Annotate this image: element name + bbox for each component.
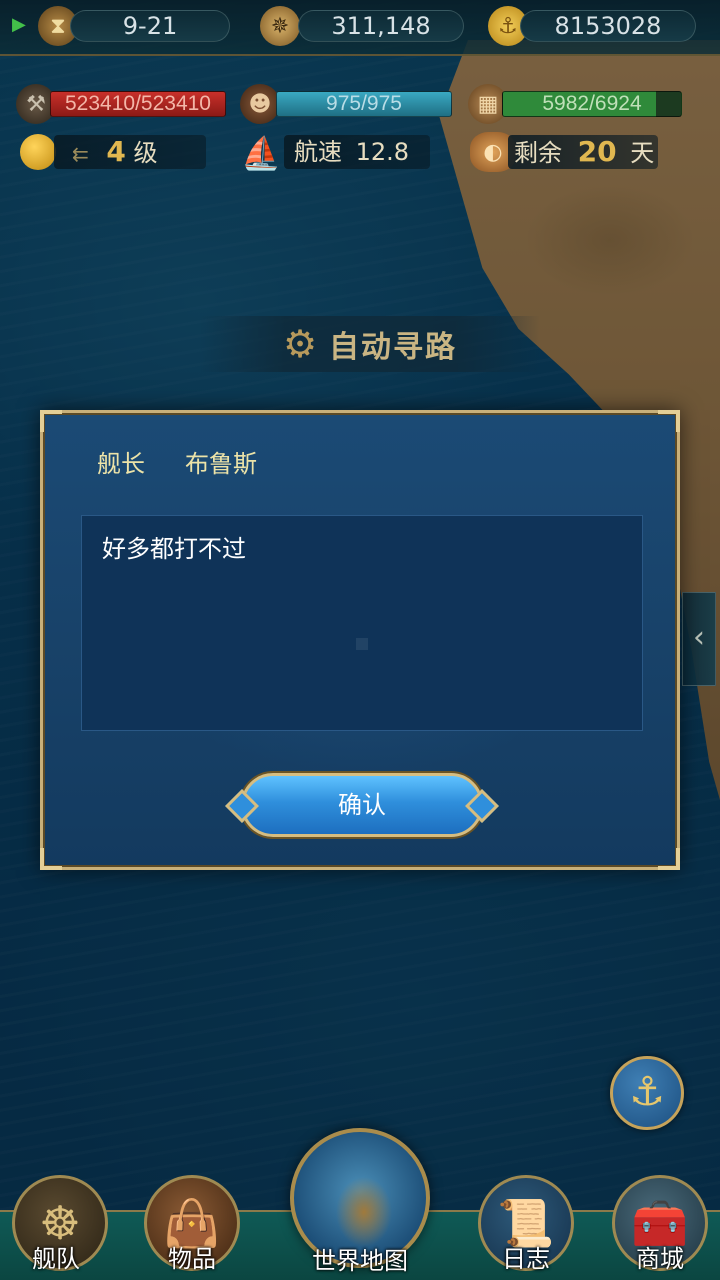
gold-display: 311,148 <box>298 10 464 42</box>
nav-world-map[interactable]: 世界地图 <box>288 1128 432 1280</box>
speaker-header: 舰长 布鲁斯 <box>97 449 257 479</box>
play-icon[interactable]: ▶ <box>12 14 26 35</box>
corner-ornament <box>658 410 680 432</box>
watermark-dot <box>356 638 368 650</box>
cargo-bar: 5982/6924 <box>502 91 682 117</box>
side-panel-toggle[interactable]: ‹ <box>682 592 716 686</box>
corner-ornament <box>658 848 680 870</box>
nav-fleet[interactable]: ☸ 舰队 <box>0 1165 120 1280</box>
nav-shop-label: 商城 <box>636 1245 684 1273</box>
nav-items[interactable]: 👜 物品 <box>132 1165 252 1280</box>
nav-log-label: 日志 <box>502 1245 550 1273</box>
nav-items-label: 物品 <box>168 1245 216 1273</box>
remaining-label: 剩余 <box>514 139 562 167</box>
speed-value: 12.8 <box>355 138 410 166</box>
auto-path-label: 自动寻路 <box>329 330 458 365</box>
confirm-button[interactable]: 确认 <box>241 773 483 837</box>
date-display: 9-21 <box>70 10 230 42</box>
compass-icon: ✵ <box>260 6 300 46</box>
corner-ornament <box>40 410 62 432</box>
message-box: 好多都打不过 <box>81 515 643 731</box>
gears-icon: ⚙ <box>282 322 318 366</box>
arrow-decoration-icon: ⇇ <box>72 142 89 166</box>
level-unit: 级 <box>133 139 158 167</box>
durability-bar: 523410/523410 <box>50 91 226 117</box>
auto-path-indicator[interactable]: ⚙ 自动寻路 <box>200 316 540 372</box>
anchor-icon: ⚓ <box>629 1069 665 1115</box>
level-display: ⇇ 4 级 <box>54 135 206 169</box>
coins-display: 8153028 <box>520 10 696 42</box>
nav-shop[interactable]: 🧰 商城 <box>600 1165 720 1280</box>
chevron-left-icon: ‹ <box>693 620 705 655</box>
message-text: 好多都打不过 <box>102 535 246 563</box>
anchor-button[interactable]: ⚓ <box>610 1056 684 1130</box>
gold-orb-icon <box>20 134 56 170</box>
nav-fleet-label: 舰队 <box>32 1245 80 1273</box>
sailor-icon: ☻ <box>240 84 280 124</box>
remaining-value: 20 <box>577 135 617 168</box>
speed-display: 航速 12.8 <box>284 135 430 169</box>
nav-log[interactable]: 📜 日志 <box>466 1165 586 1280</box>
corner-ornament <box>40 848 62 870</box>
remaining-unit: 天 <box>630 139 655 167</box>
nav-world-map-label: 世界地图 <box>312 1247 408 1275</box>
remaining-days-display: 剩余 20 天 <box>508 135 658 169</box>
speaker-title: 舰长 <box>97 450 145 478</box>
speaker-name: 布鲁斯 <box>185 450 257 478</box>
dialog-box: 舰长 布鲁斯 好多都打不过 确认 <box>40 410 680 870</box>
ship-icon: ⛵ <box>241 134 281 172</box>
speed-label: 航速 <box>294 138 342 166</box>
crew-bar: 975/975 <box>276 91 452 117</box>
level-value: 4 <box>106 135 126 168</box>
top-resource-bar: ▶ ⧗ 9-21 ✵ 311,148 ⚓ 8153028 <box>0 0 720 56</box>
